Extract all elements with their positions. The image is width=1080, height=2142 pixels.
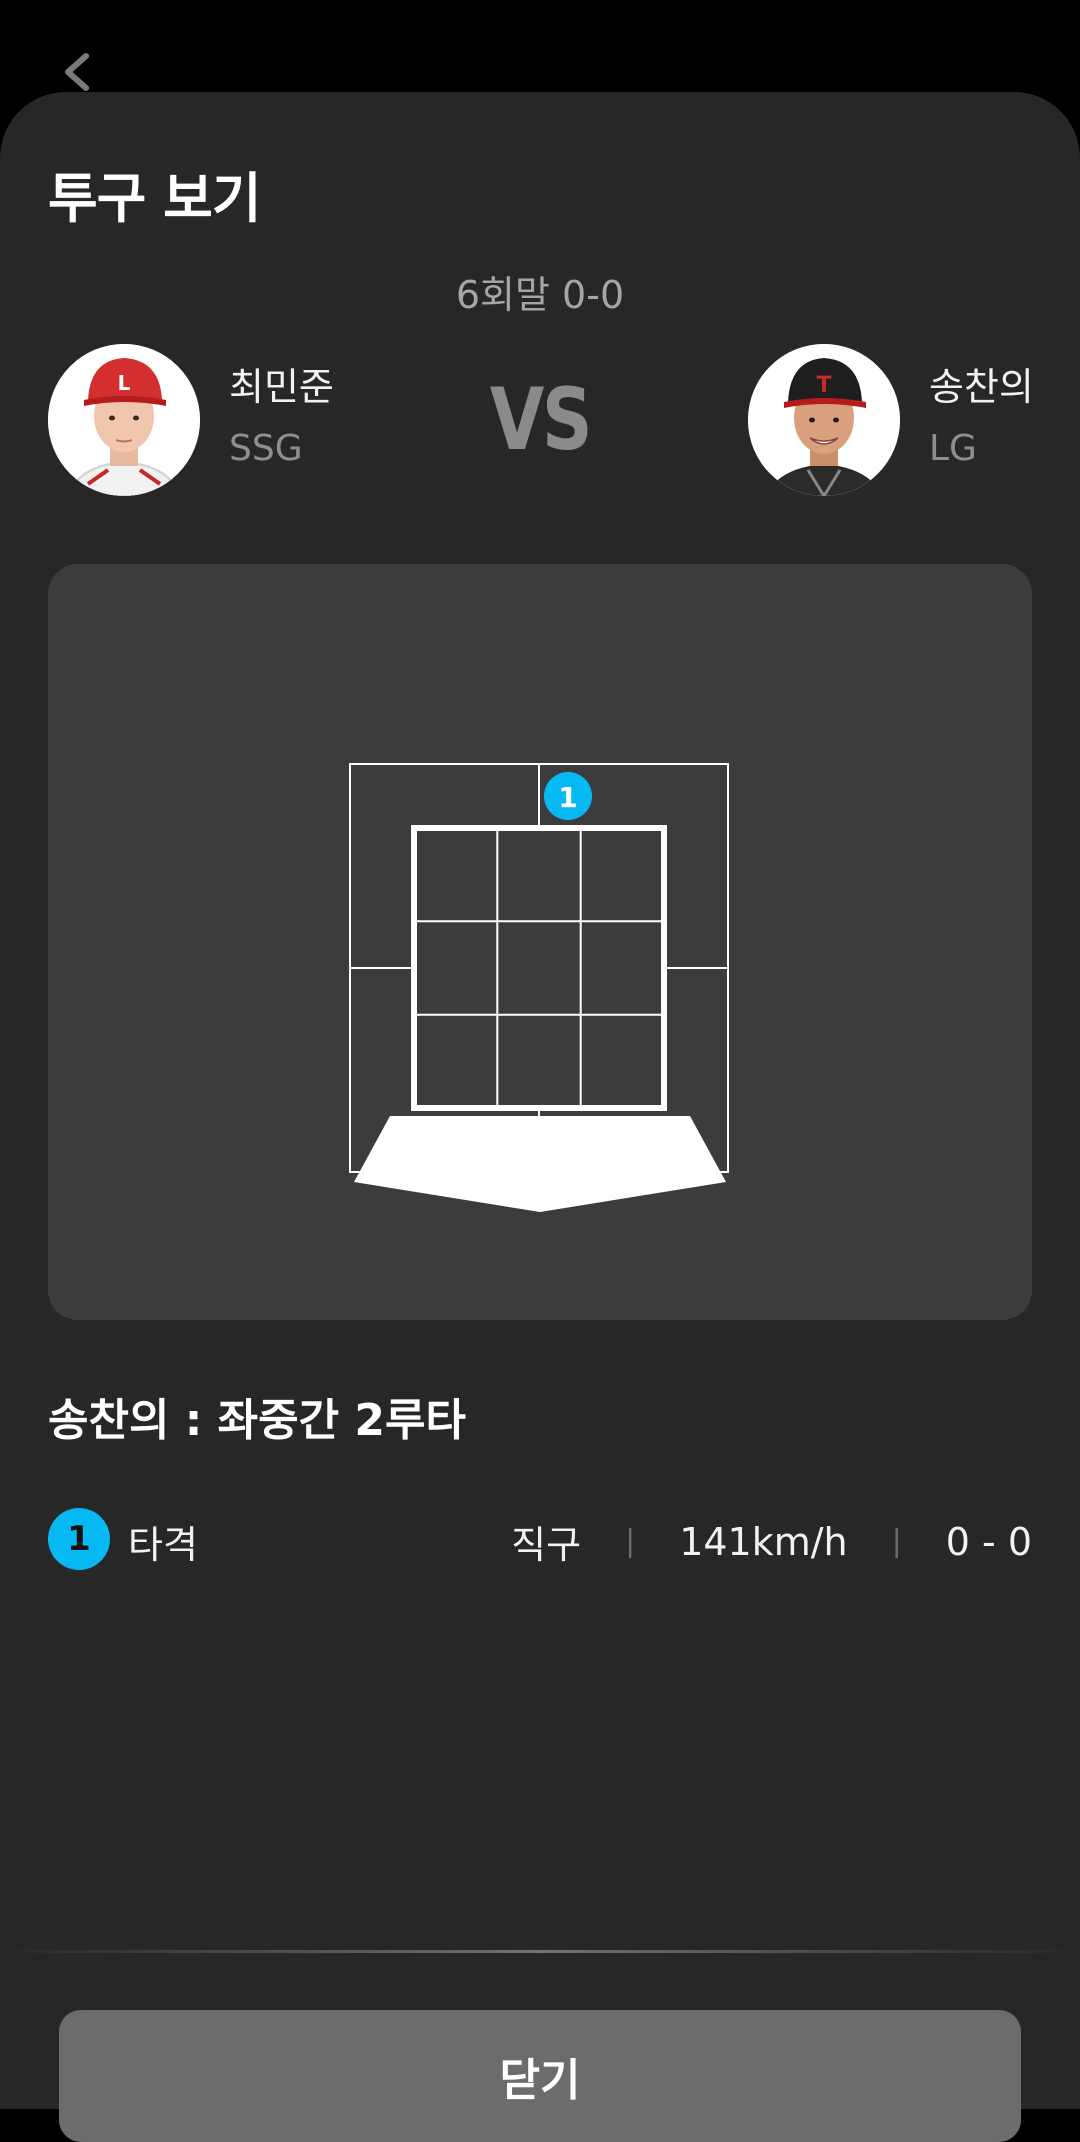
close-button[interactable]: 닫기	[59, 2010, 1021, 2142]
pitch-marker[interactable]: 1	[544, 772, 592, 820]
back-button[interactable]	[58, 52, 98, 92]
pitch-log-row: 1 타격 직구 | 141km/h | 0 - 0	[48, 1508, 1032, 1570]
strike-zone	[411, 825, 667, 1111]
home-plate	[354, 1116, 726, 1212]
separator: |	[891, 1524, 902, 1559]
inning-score: 6회말 0-0	[455, 273, 625, 317]
pitch-count: 0 - 0	[945, 1519, 1032, 1564]
pitch-view-sheet: 투구 보기 6회말 0-0 L 최민준 SSG VS T 송찬의 LG 1 송찬…	[0, 92, 1080, 2142]
strike-zone-panel: 1	[48, 564, 1032, 1320]
pitch-number-badge: 1	[48, 1508, 110, 1570]
svg-text:T: T	[816, 373, 831, 398]
separator: |	[625, 1524, 636, 1559]
pitch-stats: 직구 | 141km/h | 0 - 0	[511, 1514, 1032, 1569]
strike-zone-diagram: 1	[349, 763, 729, 1212]
batter-photo: T	[748, 344, 900, 496]
sheet-title: 투구 보기	[48, 167, 262, 230]
pitch-speed: 141km/h	[679, 1519, 848, 1564]
chevron-left-icon	[65, 53, 89, 91]
svg-text:1: 1	[558, 781, 577, 814]
pitch-type: 직구	[511, 1523, 582, 1567]
pitch-result: 타격	[128, 1523, 198, 1567]
at-bat-result: 송찬의 : 좌중간 2루타	[48, 1395, 467, 1446]
batter-team: LG	[929, 428, 977, 469]
batter-name: 송찬의	[929, 365, 1034, 409]
divider	[0, 1950, 1080, 1953]
batter-avatar[interactable]: T	[748, 344, 900, 496]
